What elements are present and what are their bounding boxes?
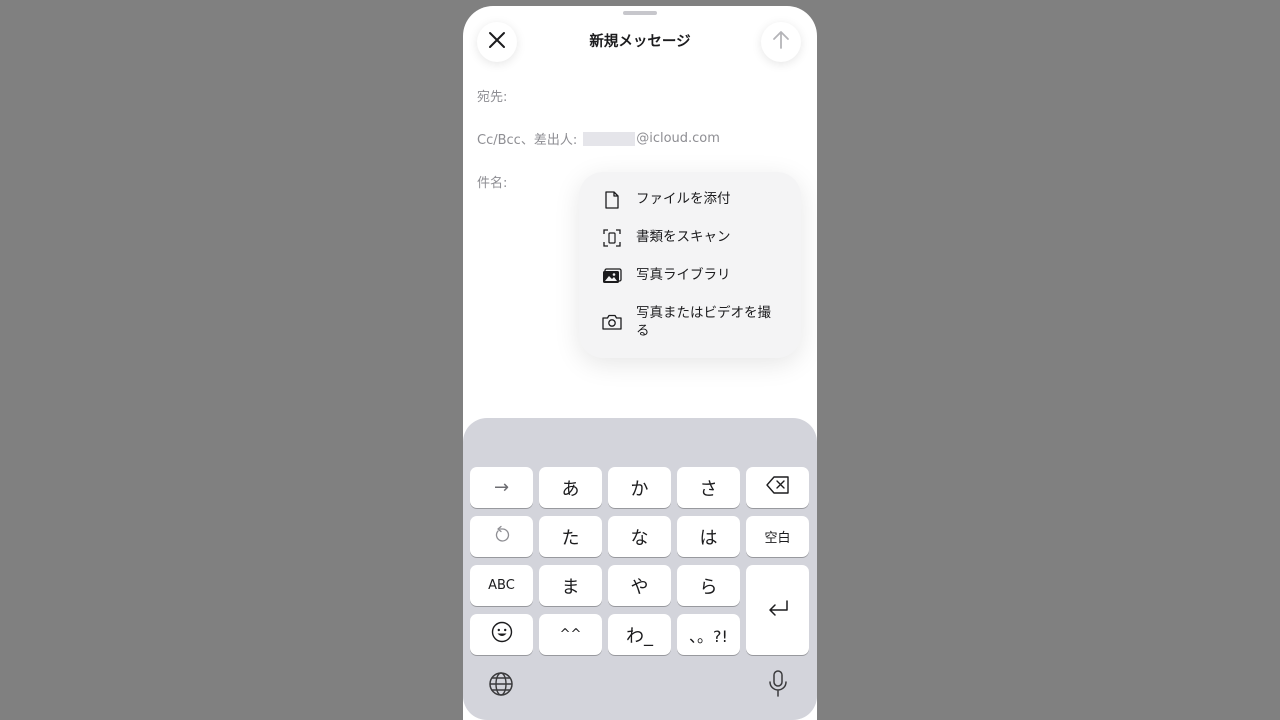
- menu-item-label: 写真またはビデオを撮る: [636, 305, 771, 339]
- menu-item-take-photo-video[interactable]: 写真またはビデオを撮る: [579, 304, 801, 340]
- key-wa[interactable]: わ_: [608, 614, 671, 655]
- key-ma[interactable]: ま: [539, 565, 602, 606]
- microphone-icon[interactable]: [764, 670, 792, 698]
- menu-item-attach-file[interactable]: ファイルを添付: [579, 190, 801, 210]
- emoji-key[interactable]: [470, 614, 533, 655]
- punctuation-key[interactable]: 、。?!: [677, 614, 740, 655]
- attachment-menu: ファイルを添付 書類をスキャン 写真ライブラリ 写真またはビデオを撮る: [579, 172, 801, 358]
- menu-item-photo-library[interactable]: 写真ライブラリ: [579, 266, 801, 286]
- undo-key[interactable]: [470, 516, 533, 557]
- key-na[interactable]: な: [608, 516, 671, 557]
- abc-key[interactable]: ABC: [470, 565, 533, 606]
- scan-icon: [602, 228, 622, 248]
- globe-icon[interactable]: [487, 670, 515, 698]
- key-ra[interactable]: ら: [677, 565, 740, 606]
- menu-item-label: ファイルを添付: [636, 191, 731, 207]
- send-button[interactable]: [761, 22, 801, 62]
- redacted-username: [583, 131, 636, 146]
- japanese-kana-keyboard: → あ か さ た な は 空白 ABC ま や ら ^^ わ_ 、。?!: [463, 418, 817, 720]
- key-ya[interactable]: や: [608, 565, 671, 606]
- key-ta[interactable]: た: [539, 516, 602, 557]
- to-field[interactable]: 宛先:: [477, 86, 507, 105]
- return-key[interactable]: [746, 565, 809, 655]
- subject-field[interactable]: 件名:: [477, 172, 507, 191]
- delete-backward-icon: [765, 476, 790, 499]
- kaomoji-key[interactable]: ^^: [539, 614, 602, 655]
- subject-label: 件名:: [477, 176, 508, 191]
- cc-bcc-label: Cc/Bcc、差出人:: [477, 133, 578, 148]
- from-domain: @icloud.com: [636, 131, 720, 146]
- arrow-up-icon: [772, 30, 790, 54]
- key-next[interactable]: →: [470, 467, 533, 508]
- key-a[interactable]: あ: [539, 467, 602, 508]
- menu-item-label: 写真ライブラリ: [636, 267, 731, 283]
- camera-icon: [602, 312, 622, 332]
- emoji-icon: [491, 621, 513, 648]
- menu-item-scan-document[interactable]: 書類をスキャン: [579, 228, 801, 248]
- undo-icon: [493, 525, 511, 548]
- space-key[interactable]: 空白: [746, 516, 809, 557]
- return-icon: [767, 599, 789, 622]
- key-sa[interactable]: さ: [677, 467, 740, 508]
- photo-library-icon: [602, 266, 622, 286]
- key-ha[interactable]: は: [677, 516, 740, 557]
- sheet-grabber[interactable]: [623, 11, 657, 15]
- doc-icon: [602, 190, 622, 210]
- key-ka[interactable]: か: [608, 467, 671, 508]
- cc-bcc-from-field[interactable]: Cc/Bcc、差出人: @icloud.com: [477, 129, 720, 148]
- delete-key[interactable]: [746, 467, 809, 508]
- compose-sheet: 新規メッセージ 宛先: Cc/Bcc、差出人: @icloud.com 件名: …: [463, 6, 817, 720]
- menu-item-label: 書類をスキャン: [636, 229, 731, 245]
- to-label: 宛先:: [477, 90, 508, 105]
